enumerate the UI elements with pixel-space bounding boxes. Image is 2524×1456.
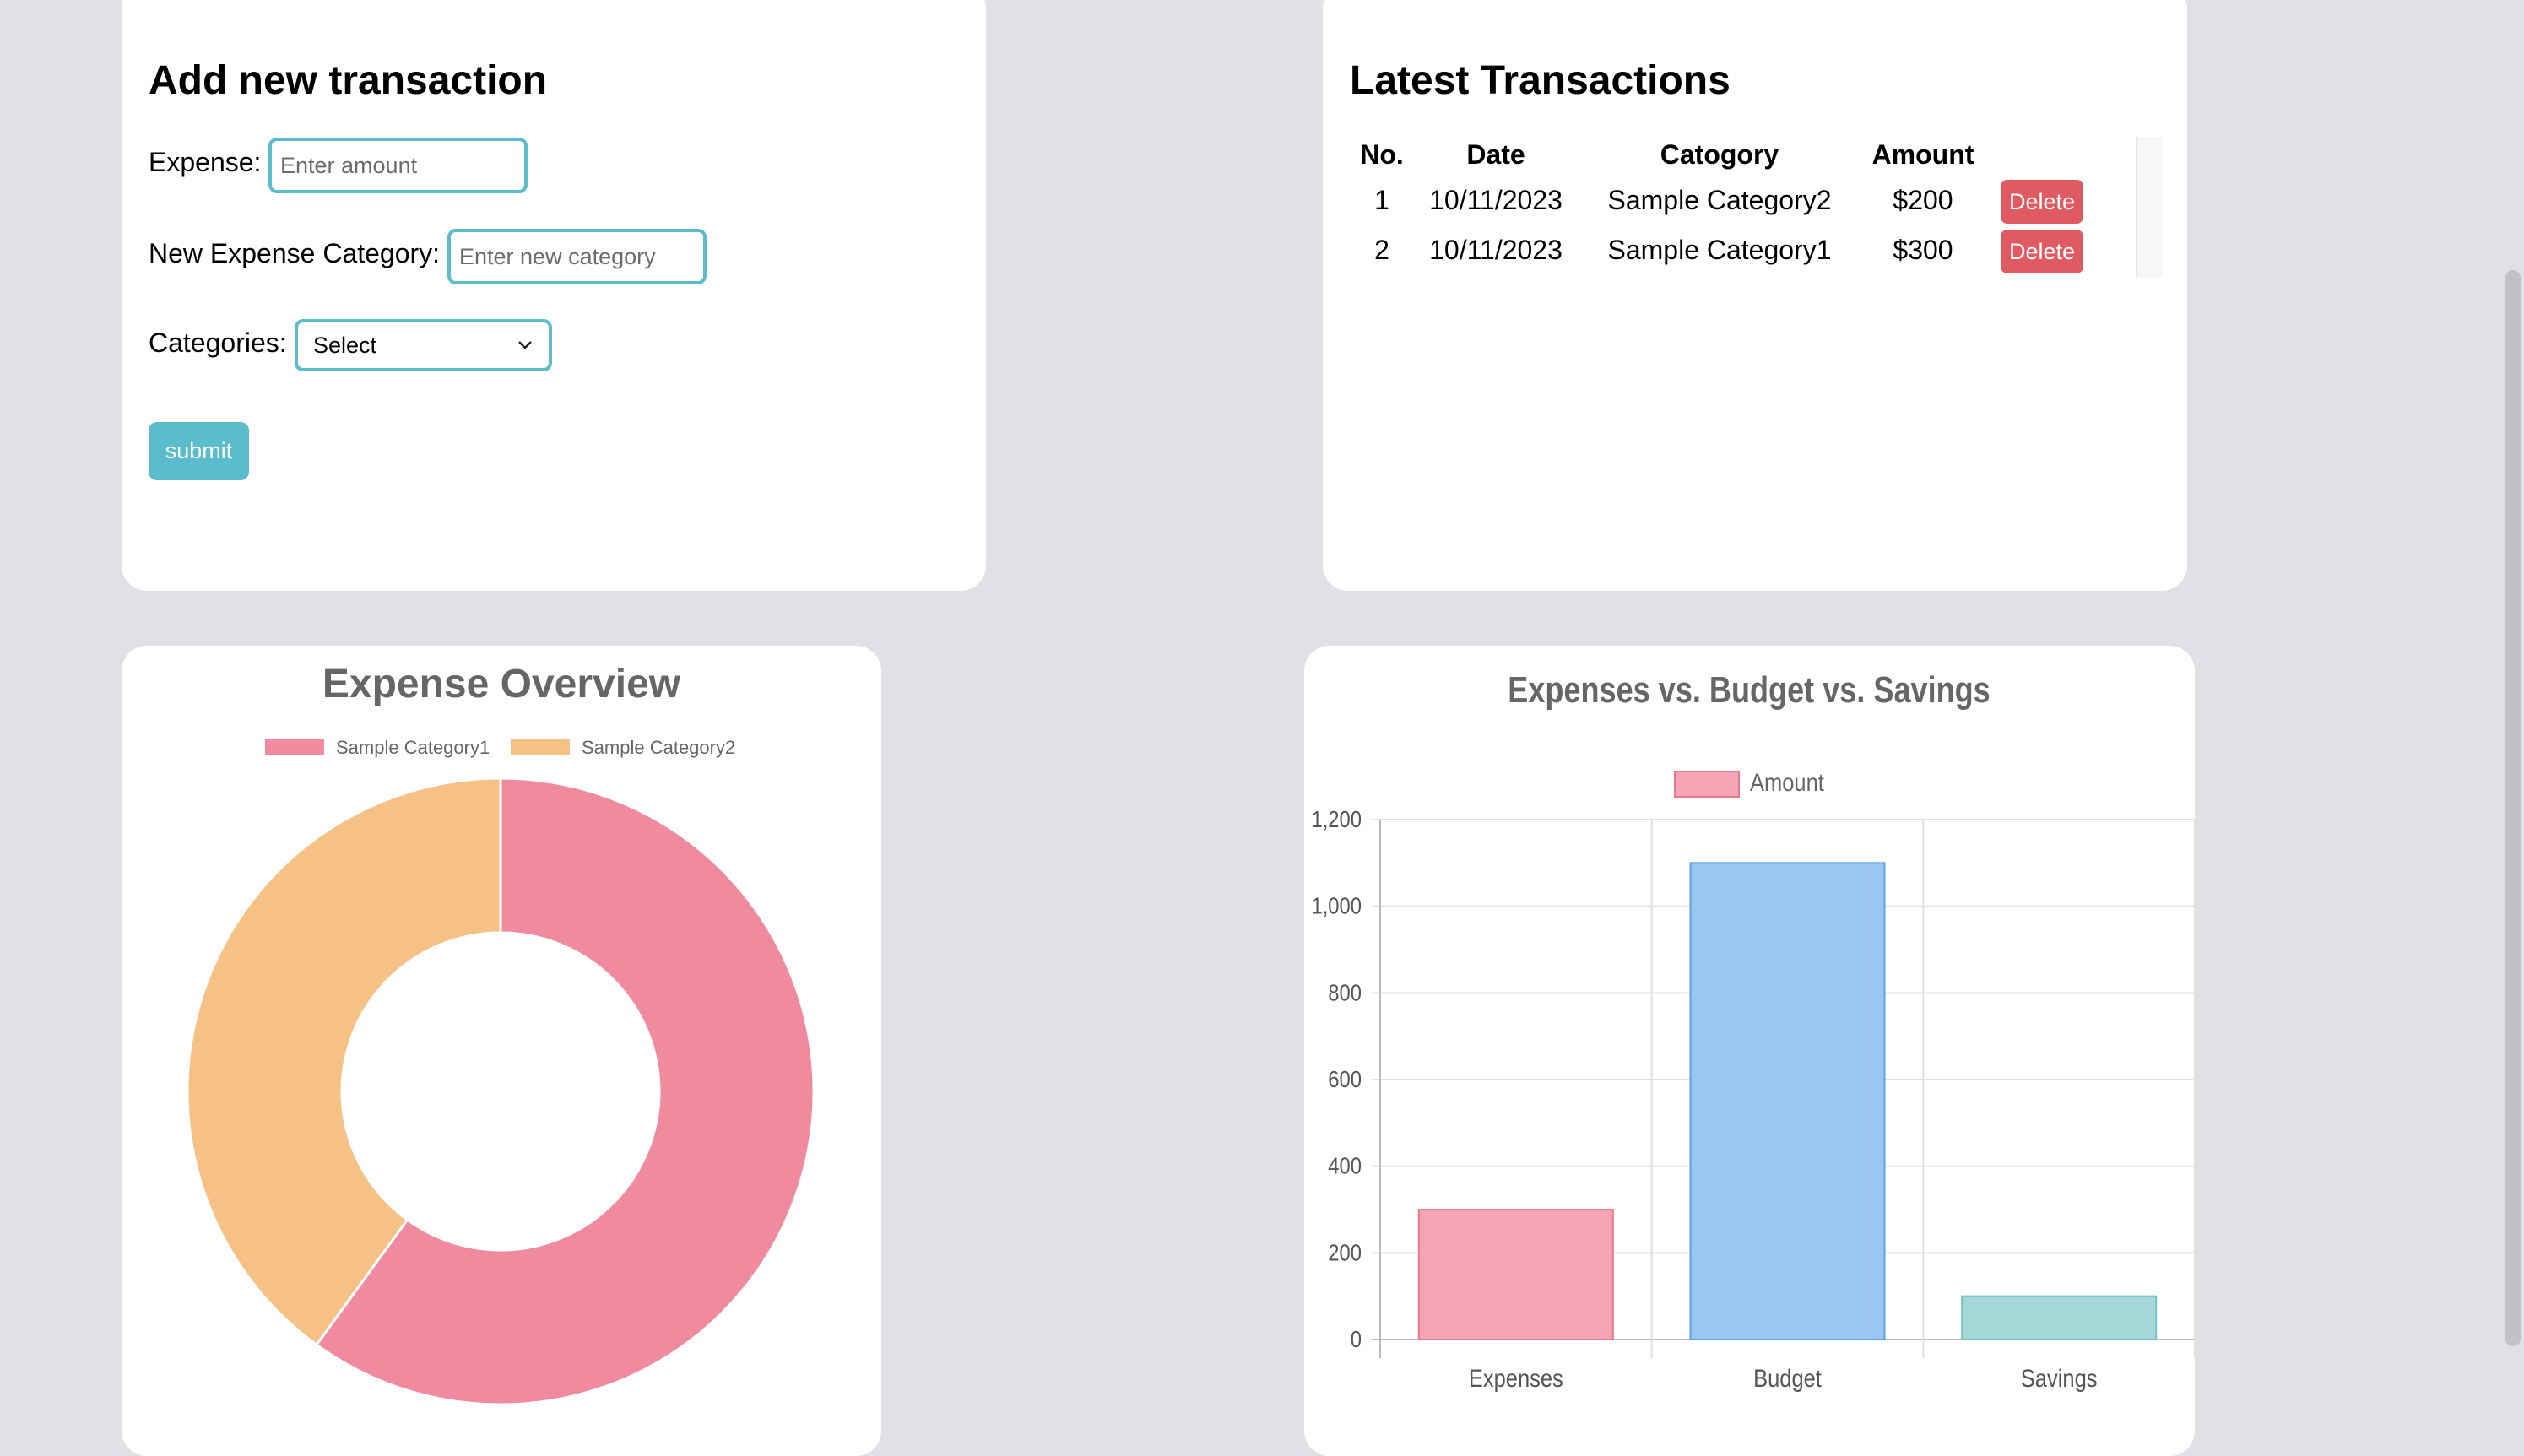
new-category-input[interactable] [447, 229, 707, 284]
expense-label: Expense: [149, 147, 262, 177]
row-amount: $200 [1893, 185, 1953, 215]
y-tick-label: 800 [1328, 978, 1362, 1005]
column-header-category: Catogory [1660, 139, 1779, 170]
y-tick-label: 1,000 [1311, 892, 1362, 919]
latest-transactions-card: Latest Transactions No. Date Catogory Am… [1323, 0, 2187, 591]
y-tick-label: 1,200 [1311, 805, 1362, 832]
y-tick-label: 600 [1328, 1065, 1362, 1092]
add-transaction-card: Add new transaction Expense: New Expense… [122, 0, 986, 591]
row-category: Sample Category1 [1607, 235, 1832, 265]
column-header-no: No. [1360, 139, 1404, 170]
x-tick-label: Savings [2021, 1364, 2098, 1392]
bar-savings[interactable] [1961, 1295, 2158, 1341]
bar-chart: 0 200 400 600 800 1,000 1,200 Expenses Budget Sav… [1311, 805, 2195, 1392]
submit-button[interactable]: submit [149, 422, 249, 480]
budget-chart-card: Expenses vs. Budget vs. Savings Amount 0… [1304, 646, 2195, 1456]
bar-expenses[interactable] [1417, 1209, 1614, 1340]
row-date: 10/11/2023 [1429, 185, 1563, 215]
scrollbar-thumb[interactable] [2505, 270, 2521, 1346]
categories-select-value: Select [313, 332, 377, 358]
delete-button[interactable]: Delete [2001, 230, 2083, 273]
row-amount: $300 [1893, 235, 1953, 265]
row-number: 2 [1374, 235, 1389, 265]
row-date: 10/11/2023 [1429, 235, 1563, 265]
x-tick-label: Budget [1753, 1364, 1822, 1392]
bar-budget[interactable] [1689, 862, 1886, 1341]
chevron-down-icon [518, 341, 532, 349]
latest-transactions-title: Latest Transactions [1350, 58, 1731, 103]
categories-select[interactable]: Select [295, 319, 552, 371]
row-category: Sample Category2 [1607, 185, 1832, 215]
y-tick-label: 400 [1328, 1152, 1362, 1179]
doughnut-chart [186, 777, 815, 1406]
delete-button[interactable]: Delete [2001, 180, 2083, 224]
x-tick-label: Expenses [1469, 1364, 1563, 1392]
row-number: 1 [1374, 185, 1389, 215]
page-scrollbar[interactable] [2500, 0, 2524, 1401]
expense-overview-card: Expense Overview Sample Category1 Sample… [122, 646, 881, 1456]
y-tick-label: 200 [1328, 1238, 1362, 1265]
expense-amount-input[interactable] [268, 138, 528, 193]
column-header-date: Date [1466, 139, 1525, 170]
table-scrollbar[interactable] [2136, 137, 2163, 278]
new-category-label: New Expense Category: [149, 238, 441, 268]
column-header-amount: Amount [1871, 139, 1974, 170]
add-transaction-title: Add new transaction [149, 58, 548, 103]
y-tick-label: 0 [1351, 1325, 1362, 1352]
categories-label: Categories: [149, 327, 287, 358]
